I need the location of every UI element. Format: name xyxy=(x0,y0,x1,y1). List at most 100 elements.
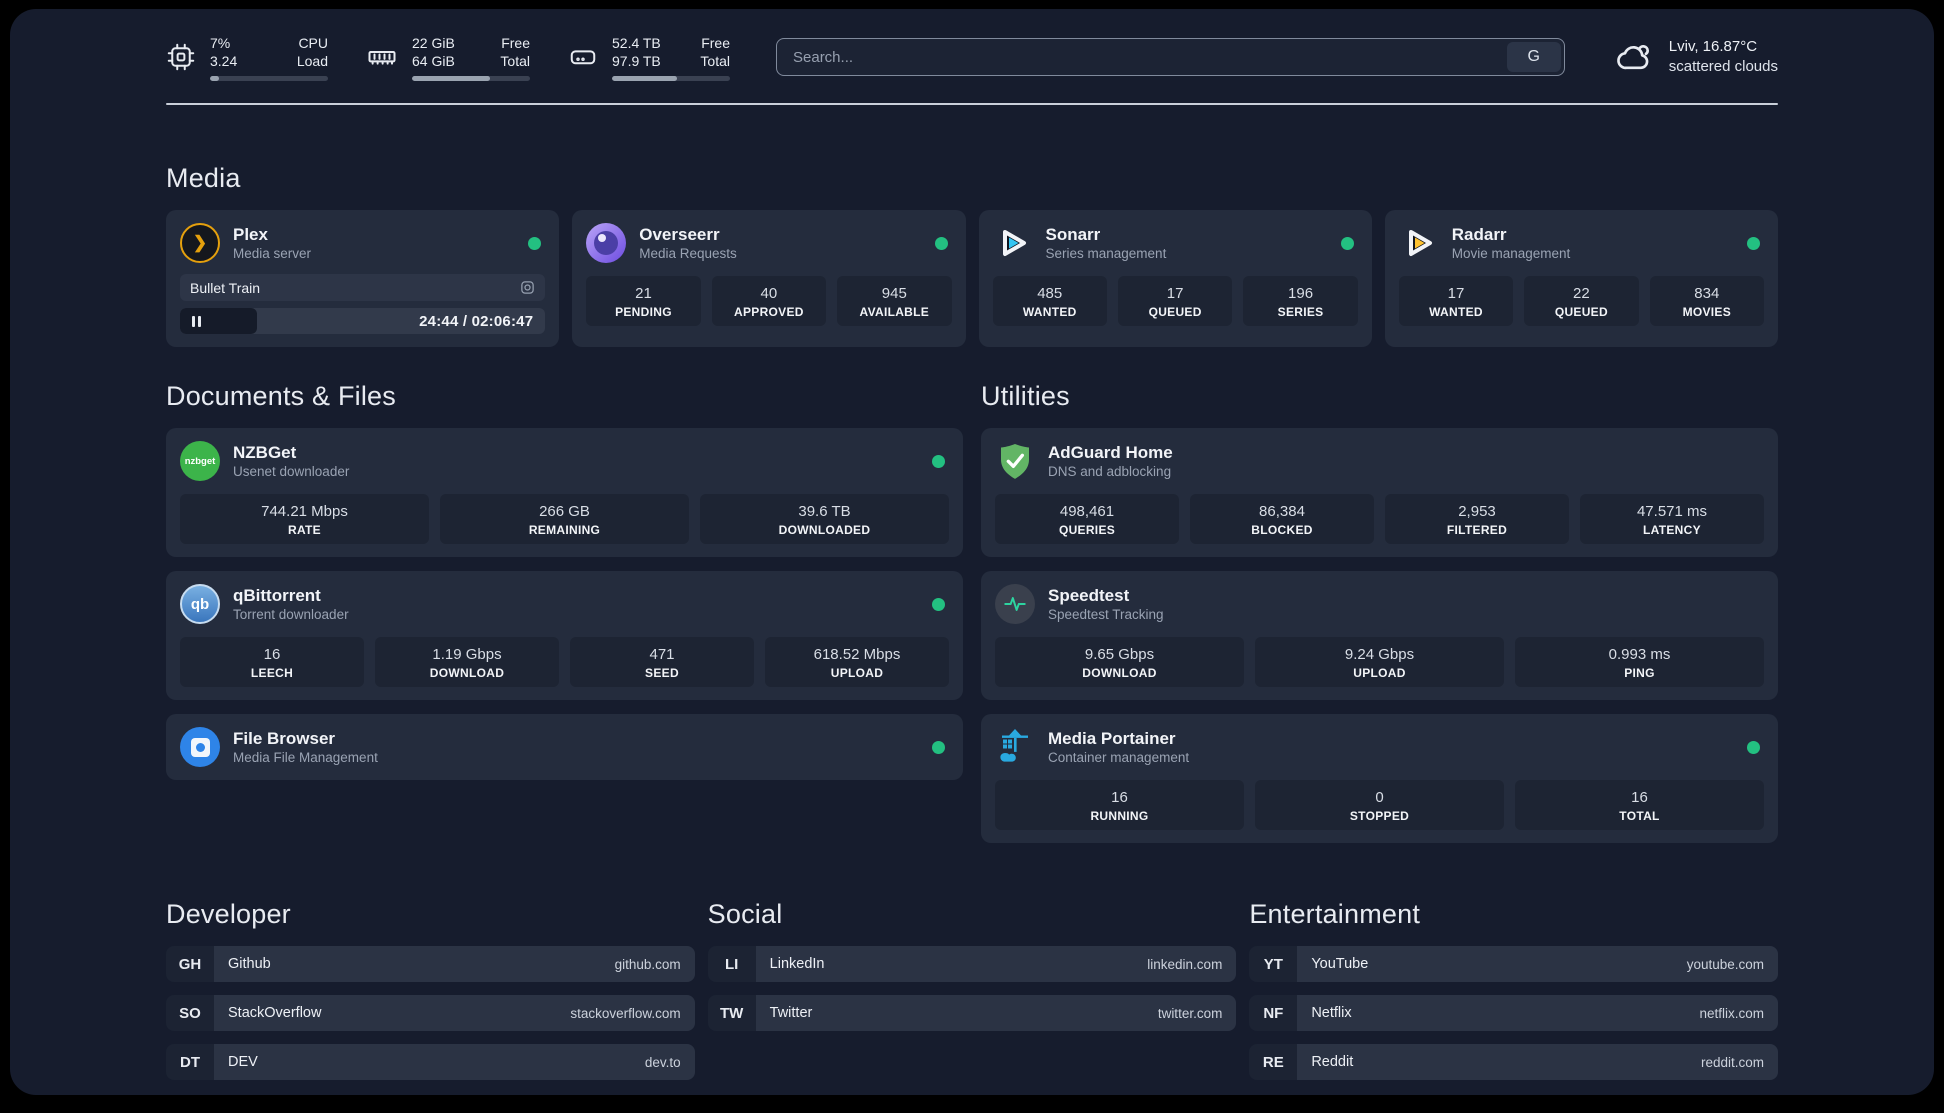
topbar: 7% 3.24 CPU Load 22 GiB 64 GiB Free Tota… xyxy=(166,27,1778,87)
stat-latency: 47.571 ms LATENCY xyxy=(1580,494,1764,544)
app-title: AdGuard Home xyxy=(1048,442,1173,462)
stat-queries: 498,461 QUERIES xyxy=(995,494,1179,544)
bookmark-url: netflix.com xyxy=(1699,1005,1764,1021)
dashboard: 7% 3.24 CPU Load 22 GiB 64 GiB Free Tota… xyxy=(10,9,1934,1095)
stat-wanted: 485 WANTED xyxy=(992,276,1107,326)
bookmark-youtube[interactable]: YT YouTube youtube.com xyxy=(1249,946,1778,982)
middle-columns: Documents & Files nzbget NZBGet Usenet d… xyxy=(166,347,1778,843)
section-title-developer: Developer xyxy=(166,899,291,929)
playback-elapsed xyxy=(180,308,257,334)
app-title: Speedtest xyxy=(1048,585,1130,605)
search-engine-button[interactable]: G xyxy=(1506,42,1561,72)
stat-stopped: 0 STOPPED xyxy=(1255,780,1504,830)
now-playing-row: Bullet Train xyxy=(180,274,546,301)
bookmark-url: reddit.com xyxy=(1700,1054,1764,1070)
status-online-dot xyxy=(1340,236,1354,250)
bookmark-name: Netflix xyxy=(1311,1005,1352,1021)
app-title: Overseerr xyxy=(639,224,720,244)
search-input[interactable] xyxy=(777,39,1504,75)
bookmark-columns: Developer GH Github github.com SO StackOv… xyxy=(166,843,1778,1080)
media-grid: ❯ Plex Media server Bullet Train 24:44 /… xyxy=(166,210,1778,347)
stat-downloaded: 39.6 TB DOWNLOADED xyxy=(700,494,949,544)
bookmark-name: StackOverflow xyxy=(228,1005,322,1021)
cloud-icon xyxy=(1616,45,1649,70)
playback-time: 24:44 / 02:06:47 xyxy=(419,312,534,330)
stat-remaining: 266 GB REMAINING xyxy=(440,494,689,544)
radarr-card[interactable]: Radarr Movie management 17 WANTED 22 QUEUE… xyxy=(1384,210,1778,347)
pause-icon[interactable] xyxy=(192,315,195,327)
nzbget-card[interactable]: nzbget NZBGet Usenet downloader 744.21 M… xyxy=(166,428,963,557)
app-subtitle: Movie management xyxy=(1451,245,1571,261)
app-subtitle: Media File Management xyxy=(233,749,378,765)
filebrowser-card[interactable]: File Browser Media File Management xyxy=(166,714,963,780)
search-bar[interactable]: G xyxy=(776,38,1565,76)
bookmark-url: twitter.com xyxy=(1157,1005,1223,1021)
stat-rate: 744.21 Mbps RATE xyxy=(180,494,429,544)
system-stats: 7% 3.24 CPU Load 22 GiB 64 GiB Free Tota… xyxy=(166,34,730,81)
bookmark-stackoverflow[interactable]: SO StackOverflow stackoverflow.com xyxy=(166,995,695,1031)
adguard-icon xyxy=(1001,444,1029,479)
stat-filtered: 2,953 FILTERED xyxy=(1385,494,1569,544)
ram-total-value: 64 GiB xyxy=(412,52,455,69)
bookmark-url: github.com xyxy=(614,956,681,972)
disk-total-value: 97.9 TB xyxy=(612,52,661,69)
bookmark-url: dev.to xyxy=(644,1054,681,1070)
stat-approved: 40 APPROVED xyxy=(711,276,827,326)
stat-pending: 21 PENDING xyxy=(586,276,701,326)
bookmark-abbr: SO xyxy=(166,995,214,1031)
bookmark-url: youtube.com xyxy=(1686,956,1764,972)
disk-icon xyxy=(570,50,596,65)
bookmark-twitter[interactable]: TW Twitter twitter.com xyxy=(707,995,1237,1031)
camera-icon[interactable] xyxy=(520,280,535,295)
stat-seed: 471 SEED xyxy=(570,637,754,687)
bookmark-netflix[interactable]: NF Netflix netflix.com xyxy=(1249,995,1778,1031)
disk-free-label: Free xyxy=(701,34,730,51)
cpu-stat: 7% 3.24 CPU Load xyxy=(166,34,328,81)
ram-total-label: Total xyxy=(500,52,530,69)
bookmark-url: stackoverflow.com xyxy=(570,1005,681,1021)
app-title: qBittorrent xyxy=(233,585,321,605)
app-title: Media Portainer xyxy=(1048,728,1176,748)
app-subtitle: Speedtest Tracking xyxy=(1048,606,1164,622)
stat-leech: 16 LEECH xyxy=(180,637,364,687)
status-online-dot xyxy=(934,236,948,250)
ram-free-label: Free xyxy=(501,34,530,51)
section-title-entertainment: Entertainment xyxy=(1249,899,1421,929)
overseerr-card[interactable]: Overseerr Media Requests 21 PENDING 40 APP… xyxy=(572,210,966,347)
bookmark-github[interactable]: GH Github github.com xyxy=(166,946,695,982)
stat-movies: 834 MOVIES xyxy=(1649,276,1765,326)
radarr-icon xyxy=(1408,230,1432,256)
playback-progress-bar[interactable]: 24:44 / 02:06:47 xyxy=(180,308,546,334)
ram-usage-bar xyxy=(412,75,530,81)
bookmark-reddit[interactable]: RE Reddit reddit.com xyxy=(1249,1044,1778,1080)
app-title: Plex xyxy=(233,224,268,244)
disk-free-value: 52.4 TB xyxy=(612,34,661,51)
app-title: File Browser xyxy=(233,728,336,748)
header-divider xyxy=(166,103,1778,105)
plex-icon: ❯ xyxy=(180,223,220,263)
plex-card[interactable]: ❯ Plex Media server Bullet Train 24:44 /… xyxy=(166,210,560,347)
stat-available: 945 AVAILABLE xyxy=(837,276,952,326)
bookmark-abbr: DT xyxy=(166,1044,214,1080)
qbittorrent-card[interactable]: qb qBittorrent Torrent downloader 16 LEEC… xyxy=(166,571,963,700)
status-online-dot xyxy=(932,740,945,754)
stat-upload: 618.52 Mbps UPLOAD xyxy=(765,637,949,687)
bookmark-dev[interactable]: DT DEV dev.to xyxy=(166,1044,695,1080)
app-title: Sonarr xyxy=(1045,224,1101,244)
portainer-card[interactable]: Media Portainer Container management 16 R… xyxy=(981,714,1778,843)
cpu-icon xyxy=(167,43,195,71)
bookmark-name: YouTube xyxy=(1311,956,1369,972)
app-subtitle: DNS and adblocking xyxy=(1048,463,1172,479)
stat-running: 16 RUNNING xyxy=(995,780,1244,830)
disk-total-label: Total xyxy=(700,52,730,69)
bookmark-linkedin[interactable]: LI LinkedIn linkedin.com xyxy=(707,946,1237,982)
speedtest-card[interactable]: Speedtest Speedtest Tracking 9.65 Gbps DO… xyxy=(981,571,1778,700)
bookmark-abbr: YT xyxy=(1249,946,1298,982)
sonarr-card[interactable]: Sonarr Series management 485 WANTED 17 QUE… xyxy=(978,210,1372,347)
adguard-card[interactable]: AdGuard Home DNS and adblocking 498,461 Q… xyxy=(981,428,1778,557)
status-online-dot xyxy=(932,597,945,611)
bookmark-name: LinkedIn xyxy=(769,956,825,972)
status-online-dot xyxy=(932,454,945,468)
weather-widget: Lviv, 16.87°C scattered clouds xyxy=(1613,37,1778,77)
stat-queued: 22 QUEUED xyxy=(1524,276,1639,326)
